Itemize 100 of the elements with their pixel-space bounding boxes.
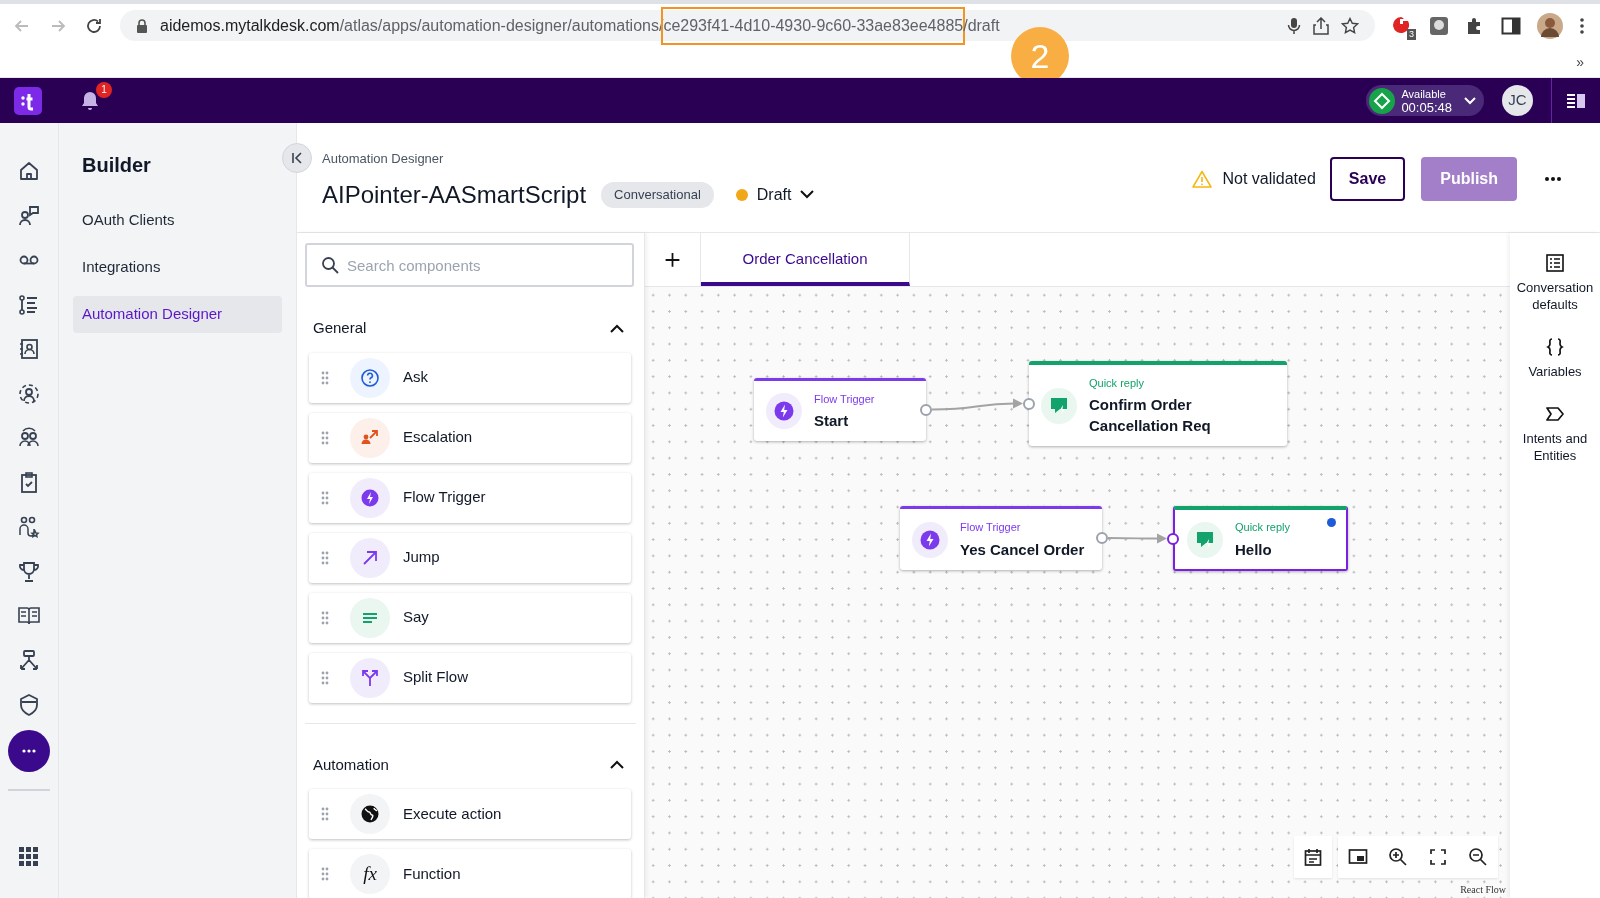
- status-label: Available: [1401, 87, 1447, 101]
- extension-icon[interactable]: [1391, 14, 1411, 35]
- profile-avatar-icon[interactable]: [1537, 12, 1563, 39]
- validation-status: Not validated: [1222, 169, 1316, 189]
- calendar-button[interactable]: [1294, 836, 1332, 878]
- chevron-down-icon: [1464, 96, 1476, 105]
- section-title: General: [313, 318, 367, 338]
- drag-handle-icon: [321, 610, 329, 625]
- save-button[interactable]: Save: [1329, 157, 1406, 201]
- attribution-text: React Flow: [1460, 883, 1506, 897]
- drag-handle-icon: [321, 490, 329, 505]
- url-text: aidemos.mytalkdesk.com: [160, 15, 340, 36]
- split-arrows-icon: [350, 657, 390, 698]
- node-type-label: Flow Trigger: [814, 391, 875, 407]
- component-item[interactable]: Say: [309, 592, 631, 643]
- chevron-up-icon[interactable]: [610, 760, 624, 770]
- flow-node[interactable]: Quick reply Confirm Order Cancellation Req: [1029, 361, 1287, 446]
- component-item[interactable]: Flow Trigger: [309, 472, 631, 523]
- nav-item[interactable]: Integrations: [73, 249, 282, 286]
- drag-handle-icon: [321, 867, 329, 881]
- drag-handle-icon: [321, 670, 329, 685]
- braces-icon: [1545, 337, 1565, 357]
- node-type-label: Flow Trigger: [960, 520, 1022, 536]
- apps-grid-icon[interactable]: [19, 847, 39, 867]
- more-icon[interactable]: [1544, 176, 1562, 182]
- more-vertical-icon[interactable]: [1579, 16, 1585, 35]
- node-title: Confirm Order Cancellation Req: [1089, 395, 1212, 437]
- chat-person-icon[interactable]: [17, 203, 41, 228]
- component-item[interactable]: fx Function: [309, 849, 631, 898]
- component-item[interactable]: Jump: [309, 532, 631, 583]
- node-type-label: Quick reply: [1089, 375, 1146, 391]
- lines-icon: [350, 597, 390, 638]
- minimap-icon[interactable]: [1348, 847, 1368, 867]
- available-status-icon: [1369, 87, 1396, 114]
- drag-handle-icon: [321, 430, 329, 445]
- status-selector[interactable]: Available 00:05:48: [1366, 85, 1484, 116]
- drag-handle-icon: [321, 550, 329, 565]
- trophy-icon[interactable]: [17, 559, 41, 584]
- page-title: AIPointer-AASmartScript: [322, 179, 587, 210]
- talkdesk-logo-icon[interactable]: [14, 86, 42, 115]
- user-avatar[interactable]: JC: [1502, 85, 1533, 116]
- component-item[interactable]: Escalation: [309, 412, 631, 463]
- flow-node[interactable]: Flow Trigger Start: [754, 378, 926, 441]
- node-title: Start: [814, 411, 850, 432]
- share-icon[interactable]: [1313, 16, 1329, 35]
- chevron-down-icon: [800, 190, 815, 199]
- microphone-icon[interactable]: [1287, 16, 1301, 35]
- contact-book-icon[interactable]: [17, 337, 41, 362]
- search-field[interactable]: Search components: [305, 243, 634, 287]
- drag-handle-icon: [321, 370, 329, 385]
- bookmarks-overflow[interactable]: »: [1576, 51, 1584, 73]
- status-timer: 00:05:48: [1401, 100, 1452, 114]
- zoom-in-icon[interactable]: [1388, 847, 1408, 867]
- panel-toggle-icon[interactable]: [1566, 92, 1586, 109]
- side-panel-icon[interactable]: [1501, 16, 1521, 35]
- collapse-icon[interactable]: [282, 143, 312, 173]
- fullscreen-icon[interactable]: [1428, 847, 1448, 867]
- bell-icon[interactable]: [80, 89, 100, 112]
- breadcrumb-link[interactable]: Automation Designer: [322, 149, 815, 169]
- globe-icon: [350, 794, 390, 834]
- tag-icon: [1545, 404, 1565, 424]
- extension-badge: 3: [1407, 28, 1416, 40]
- list-icon: [1545, 253, 1565, 273]
- component-item[interactable]: Split Flow: [309, 652, 631, 703]
- function-icon: fx: [350, 854, 390, 894]
- extension-icon[interactable]: [1429, 15, 1449, 36]
- drag-handle-icon: [321, 807, 329, 821]
- flow-node[interactable]: Quick reply Hello: [1173, 506, 1348, 571]
- connection-handle[interactable]: [1023, 397, 1035, 410]
- chevron-up-icon[interactable]: [610, 323, 624, 333]
- nav-item[interactable]: OAuth Clients: [73, 202, 282, 239]
- notification-badge: 1: [96, 81, 112, 98]
- nav-item[interactable]: Automation Designer: [73, 296, 282, 333]
- lightning-icon: [766, 393, 802, 429]
- connection-handle[interactable]: [1167, 532, 1179, 545]
- lock-icon: [136, 18, 148, 33]
- lightning-icon: [912, 521, 948, 558]
- side-tab[interactable]: Intents and Entities: [1512, 404, 1598, 464]
- zoom-out-icon[interactable]: [1468, 847, 1488, 867]
- node-type-label: Quick reply: [1235, 520, 1291, 536]
- node-title: Yes Cancel Order: [960, 539, 1085, 560]
- status-dropdown[interactable]: Draft: [735, 182, 815, 207]
- status-dot-icon: [735, 188, 748, 201]
- more-button-icon[interactable]: [8, 729, 50, 772]
- flow-node[interactable]: Flow Trigger Yes Cancel Order: [900, 506, 1102, 570]
- star-icon[interactable]: [1341, 16, 1359, 35]
- question-icon: [350, 357, 390, 398]
- section-title: Automation: [313, 754, 389, 775]
- component-item[interactable]: Execute action: [309, 789, 631, 839]
- node-title: Hello: [1235, 539, 1273, 560]
- users-star-icon[interactable]: [17, 515, 41, 540]
- side-tab[interactable]: Variables: [1512, 337, 1598, 380]
- side-tab[interactable]: Conversation defaults: [1512, 253, 1598, 313]
- flow-icon[interactable]: [17, 648, 41, 673]
- shield-icon[interactable]: [17, 693, 41, 718]
- component-item[interactable]: Ask: [309, 352, 631, 403]
- lightning-icon: [350, 477, 390, 518]
- chat-bubble-icon: [1187, 521, 1223, 558]
- warning-icon: [1192, 170, 1213, 188]
- user-circle-icon[interactable]: [17, 381, 41, 406]
